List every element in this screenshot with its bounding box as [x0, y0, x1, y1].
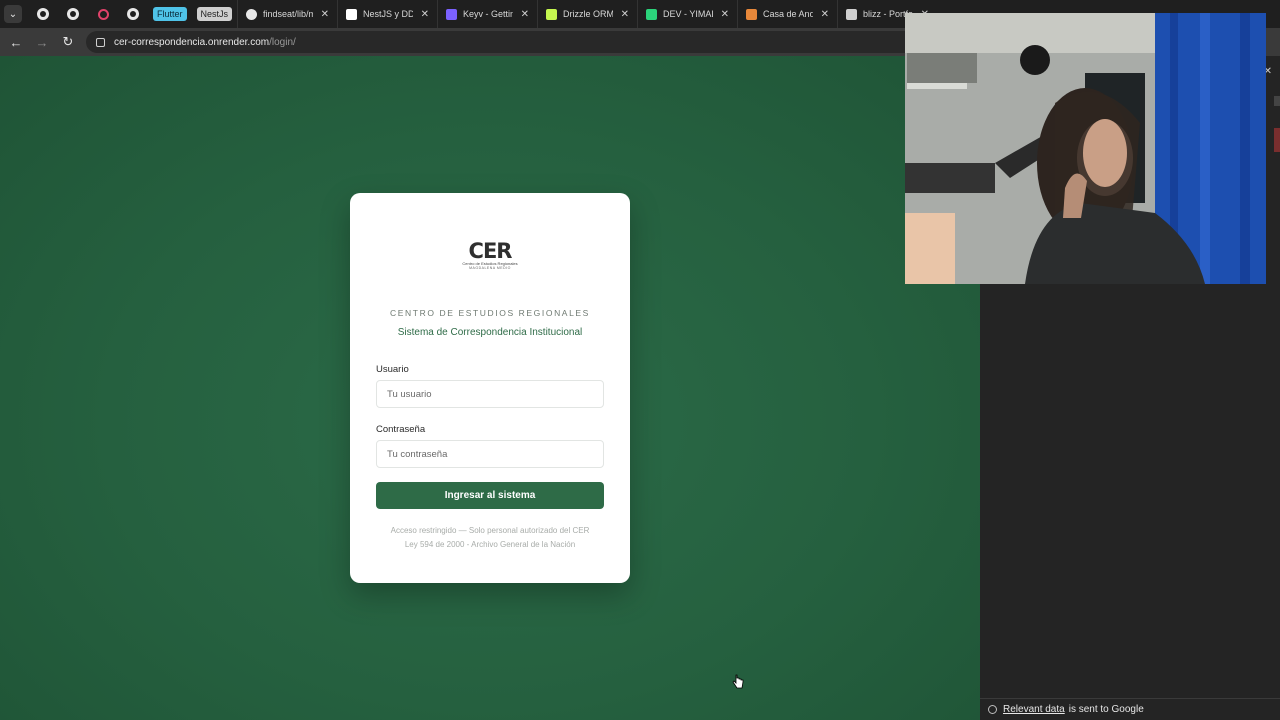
side-panel-footer: Relevant data is sent to Google	[980, 698, 1280, 720]
tab-search-button[interactable]: ⌄	[4, 5, 22, 23]
github-icon	[37, 8, 49, 20]
password-input[interactable]	[376, 440, 604, 468]
user-input[interactable]	[376, 380, 604, 408]
url-host: cer-correspondencia.onrender.com	[114, 36, 270, 48]
tab-nestjs-ddd[interactable]: NestJS y DDD✕	[337, 0, 437, 28]
pinned-tab-github-3[interactable]	[118, 0, 148, 28]
google-notice: is sent to Google	[1068, 704, 1144, 715]
address-bar[interactable]: cer-correspondencia.onrender.com/login/	[86, 31, 946, 53]
user-label: Usuario	[376, 364, 409, 375]
blizz-icon	[846, 8, 858, 20]
login-page: CER Centro de Estudios Regionales MAGDAL…	[0, 56, 980, 720]
pinned-tab-swirl[interactable]	[88, 0, 118, 28]
reload-button[interactable]: ↻	[56, 30, 80, 54]
site-info-icon[interactable]	[96, 37, 105, 47]
keyv-icon	[446, 8, 458, 20]
nest-icon	[346, 8, 358, 20]
webcam-overlay	[905, 13, 1266, 284]
relevant-data-link[interactable]: Relevant data	[1003, 704, 1065, 715]
tab-casa[interactable]: Casa de Andre✕	[737, 0, 837, 28]
pinned-tab-nestjs[interactable]: NestJs	[196, 7, 233, 21]
tab-keyv[interactable]: Keyv - Getting✕	[437, 0, 537, 28]
close-icon[interactable]: ✕	[721, 9, 729, 20]
tab-drizzle[interactable]: Drizzle ORM -✕	[537, 0, 637, 28]
close-icon[interactable]: ✕	[521, 9, 529, 20]
hand-cursor-icon	[732, 674, 744, 689]
swirl-icon	[97, 8, 109, 20]
login-card: CER Centro de Estudios Regionales MAGDAL…	[350, 193, 630, 583]
tab-dev-yimall[interactable]: DEV - YIMALL✕	[637, 0, 737, 28]
drizzle-icon	[546, 8, 558, 20]
webcam-video-image	[905, 13, 1266, 284]
github-icon	[127, 8, 139, 20]
tab-findseat[interactable]: findseat/lib/m ✕	[237, 0, 337, 28]
pinned-tab-github-2[interactable]	[58, 0, 88, 28]
close-icon[interactable]: ✕	[421, 9, 429, 20]
forward-button[interactable]: →	[30, 30, 54, 54]
github-icon	[67, 8, 79, 20]
side-panel-marker	[1274, 128, 1280, 152]
dev-icon	[646, 8, 658, 20]
system-name: Sistema de Correspondencia Institucional	[397, 327, 583, 338]
org-name: CENTRO DE ESTUDIOS REGIONALES	[390, 308, 590, 318]
login-submit-button[interactable]: Ingresar al sistema	[376, 482, 604, 509]
close-icon[interactable]: ✕	[321, 9, 329, 20]
radio-button[interactable]	[988, 705, 997, 714]
casa-icon	[746, 8, 758, 20]
close-icon[interactable]: ✕	[821, 9, 829, 20]
access-notice: Acceso restringido — Solo personal autor…	[390, 526, 590, 535]
password-label: Contraseña	[376, 424, 426, 435]
law-notice: Ley 594 de 2000 - Archivo General de la …	[404, 540, 576, 549]
pinned-tab-github-1[interactable]	[28, 0, 58, 28]
cer-logo: CER Centro de Estudios Regionales MAGDAL…	[462, 239, 518, 271]
back-button[interactable]: ←	[4, 30, 28, 54]
pinned-tab-flutter[interactable]: Flutter	[153, 7, 187, 21]
url-path: /login/	[269, 36, 296, 48]
side-panel-marker	[1274, 96, 1280, 106]
github-icon	[246, 8, 258, 20]
close-icon[interactable]: ✕	[621, 9, 629, 20]
